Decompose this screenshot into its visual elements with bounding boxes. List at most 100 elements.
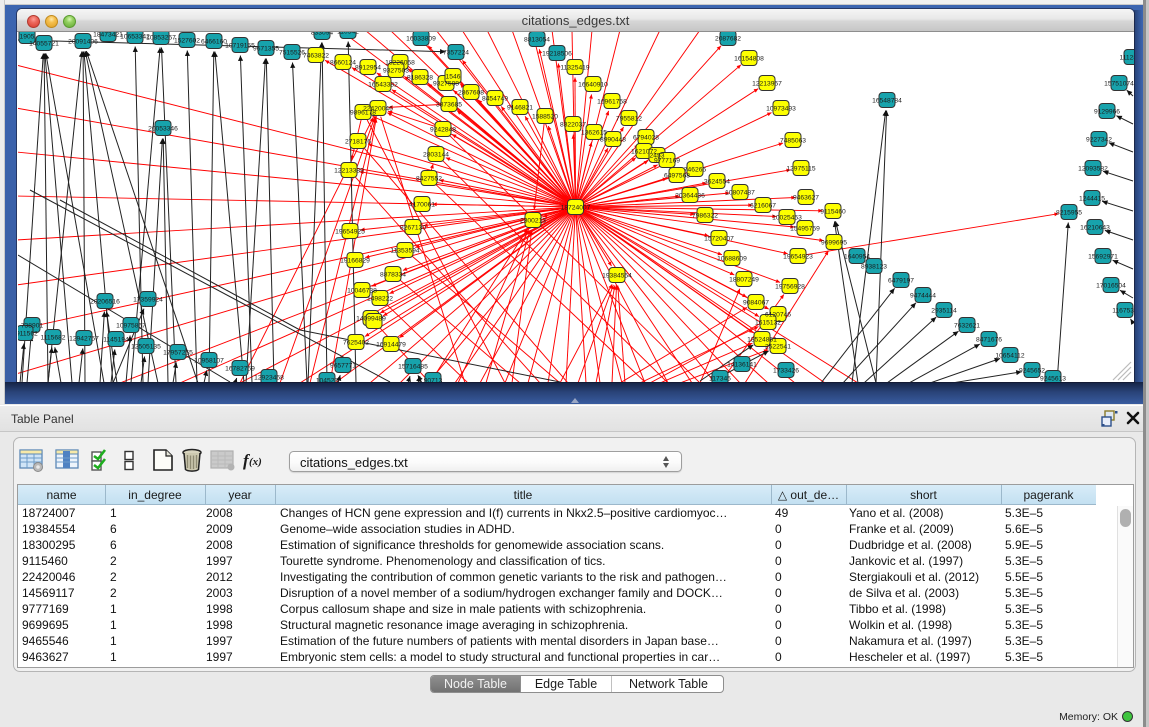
svg-text:14099489: 14099489 [356, 315, 386, 322]
svg-text:12923468: 12923468 [254, 374, 284, 381]
svg-text:17359924: 17359924 [133, 296, 163, 303]
svg-text:6479197: 6479197 [888, 277, 914, 284]
svg-text:10973493: 10973493 [766, 105, 796, 112]
svg-text:10688609: 10688609 [717, 255, 747, 262]
svg-text:8454749: 8454749 [482, 95, 508, 102]
svg-text:8813054: 8813054 [524, 36, 550, 43]
svg-text:19654923: 19654923 [783, 253, 813, 260]
svg-text:20053346: 20053346 [148, 125, 178, 132]
svg-text:16961758: 16961758 [597, 98, 627, 105]
svg-text:17016504: 17016504 [1096, 282, 1126, 289]
svg-text:7986322: 7986322 [692, 212, 718, 219]
svg-text:8427552: 8427552 [416, 175, 442, 182]
svg-text:8990448: 8990448 [600, 136, 626, 143]
svg-text:12942757: 12942757 [69, 335, 99, 342]
svg-text:110542: 110542 [337, 32, 359, 35]
svg-text:7485063: 7485063 [780, 137, 806, 144]
svg-text:7955812: 7955812 [616, 115, 642, 122]
svg-text:15716485: 15716485 [398, 363, 428, 370]
svg-text:6497568: 6497568 [664, 172, 690, 179]
svg-text:10853267: 10853267 [146, 34, 176, 41]
svg-text:2300213: 2300213 [520, 217, 546, 224]
svg-text:12213967: 12213967 [752, 80, 782, 87]
svg-text:7625402: 7625402 [343, 339, 369, 346]
svg-text:17957255: 17957255 [163, 349, 193, 356]
svg-text:9463627: 9463627 [793, 194, 819, 201]
svg-text:8215955: 8215955 [1056, 209, 1082, 216]
svg-text:10958107: 10958107 [194, 357, 224, 364]
svg-text:9129966: 9129966 [1094, 108, 1120, 115]
svg-text:10025453: 10025453 [772, 214, 802, 221]
svg-text:9115460: 9115460 [820, 208, 846, 215]
svg-text:1546: 1546 [446, 73, 461, 80]
svg-text:20206516: 20206516 [90, 298, 120, 305]
svg-text:8912954: 8912954 [355, 64, 381, 71]
svg-text:9777169: 9777169 [654, 157, 680, 164]
svg-text:(x): (x) [249, 456, 262, 468]
svg-text:16210643: 16210643 [1080, 224, 1110, 231]
svg-text:6216067: 6216067 [750, 202, 776, 209]
svg-text:12505135: 12505135 [131, 343, 161, 350]
svg-text:8322037: 8322037 [560, 121, 586, 128]
svg-text:16640910: 16640910 [578, 81, 608, 88]
svg-text:1362615: 1362615 [581, 129, 607, 136]
svg-text:8186328: 8186328 [407, 74, 433, 81]
svg-text:18807249: 18807249 [729, 276, 759, 283]
svg-text:8471676: 8471676 [976, 336, 1002, 343]
svg-text:18724007: 18724007 [561, 204, 591, 211]
svg-text:14055721: 14055721 [29, 40, 59, 47]
svg-text:1244415: 1244415 [1079, 195, 1105, 202]
svg-text:3624554: 3624554 [704, 178, 730, 185]
svg-text:9896178: 9896178 [350, 109, 376, 116]
svg-text:9327508: 9327508 [433, 80, 459, 87]
svg-text:7515526: 7515526 [279, 49, 305, 56]
svg-text:16543382: 16543382 [368, 81, 398, 88]
svg-text:117345: 117345 [709, 375, 731, 382]
svg-text:12975115: 12975115 [786, 165, 816, 172]
svg-text:7463822: 7463822 [303, 52, 329, 59]
svg-text:9227342: 9227342 [1086, 136, 1112, 143]
svg-text:19654925: 19654925 [335, 228, 365, 235]
svg-text:90713: 90713 [424, 377, 443, 382]
svg-text:20091406: 20091406 [68, 38, 98, 45]
svg-text:9146821: 9146821 [507, 104, 533, 111]
svg-text:1527602: 1527602 [174, 37, 200, 44]
svg-text:15495759: 15495759 [790, 225, 820, 232]
svg-text:19166829: 19166829 [340, 257, 370, 264]
svg-text:12093582: 12093582 [1078, 165, 1108, 172]
svg-text:9671355: 9671355 [253, 45, 279, 52]
svg-text:16914479: 16914479 [376, 341, 406, 348]
svg-text:12213389: 12213389 [334, 167, 364, 174]
svg-text:2867608: 2867608 [458, 89, 484, 96]
svg-text:18473421: 18473421 [93, 32, 123, 38]
svg-text:19756928: 19756928 [775, 283, 805, 290]
svg-text:9699695: 9699695 [821, 239, 847, 246]
svg-text:10046738: 10046738 [347, 287, 377, 294]
svg-text:1615132: 1615132 [755, 319, 781, 326]
svg-text:15692971: 15692971 [1088, 253, 1118, 260]
svg-text:18524861: 18524861 [747, 336, 777, 343]
svg-text:9245652: 9245652 [1019, 367, 1045, 374]
svg-text:2718176: 2718176 [345, 138, 371, 145]
svg-text:9474444: 9474444 [910, 292, 936, 299]
svg-text:1733426: 1733426 [773, 367, 799, 374]
svg-text:14136141: 14136141 [727, 361, 757, 368]
svg-text:10807487: 10807487 [725, 189, 755, 196]
svg-text:8938123: 8938123 [861, 263, 887, 270]
svg-text:738901: 738901 [21, 322, 44, 329]
svg-text:1498222: 1498222 [367, 295, 393, 302]
svg-text:2087682: 2087682 [715, 35, 741, 42]
svg-text:2522541: 2522541 [765, 343, 791, 350]
svg-text:19218506: 19218506 [542, 50, 572, 57]
svg-text:15751074: 15751074 [1104, 80, 1134, 87]
svg-text:10719155: 10719155 [225, 42, 255, 49]
svg-text:9327503: 9327503 [383, 67, 409, 74]
svg-text:6120746: 6120746 [765, 311, 791, 318]
svg-text:1112842: 1112842 [1119, 54, 1134, 61]
svg-text:1145194: 1145194 [103, 336, 129, 343]
svg-text:18226058: 18226058 [385, 59, 415, 66]
svg-text:19384554: 19384554 [602, 272, 632, 279]
svg-text:8878334: 8878334 [380, 271, 406, 278]
svg-text:9245613: 9245613 [1040, 375, 1066, 382]
svg-text:3873685: 3873685 [436, 101, 462, 108]
